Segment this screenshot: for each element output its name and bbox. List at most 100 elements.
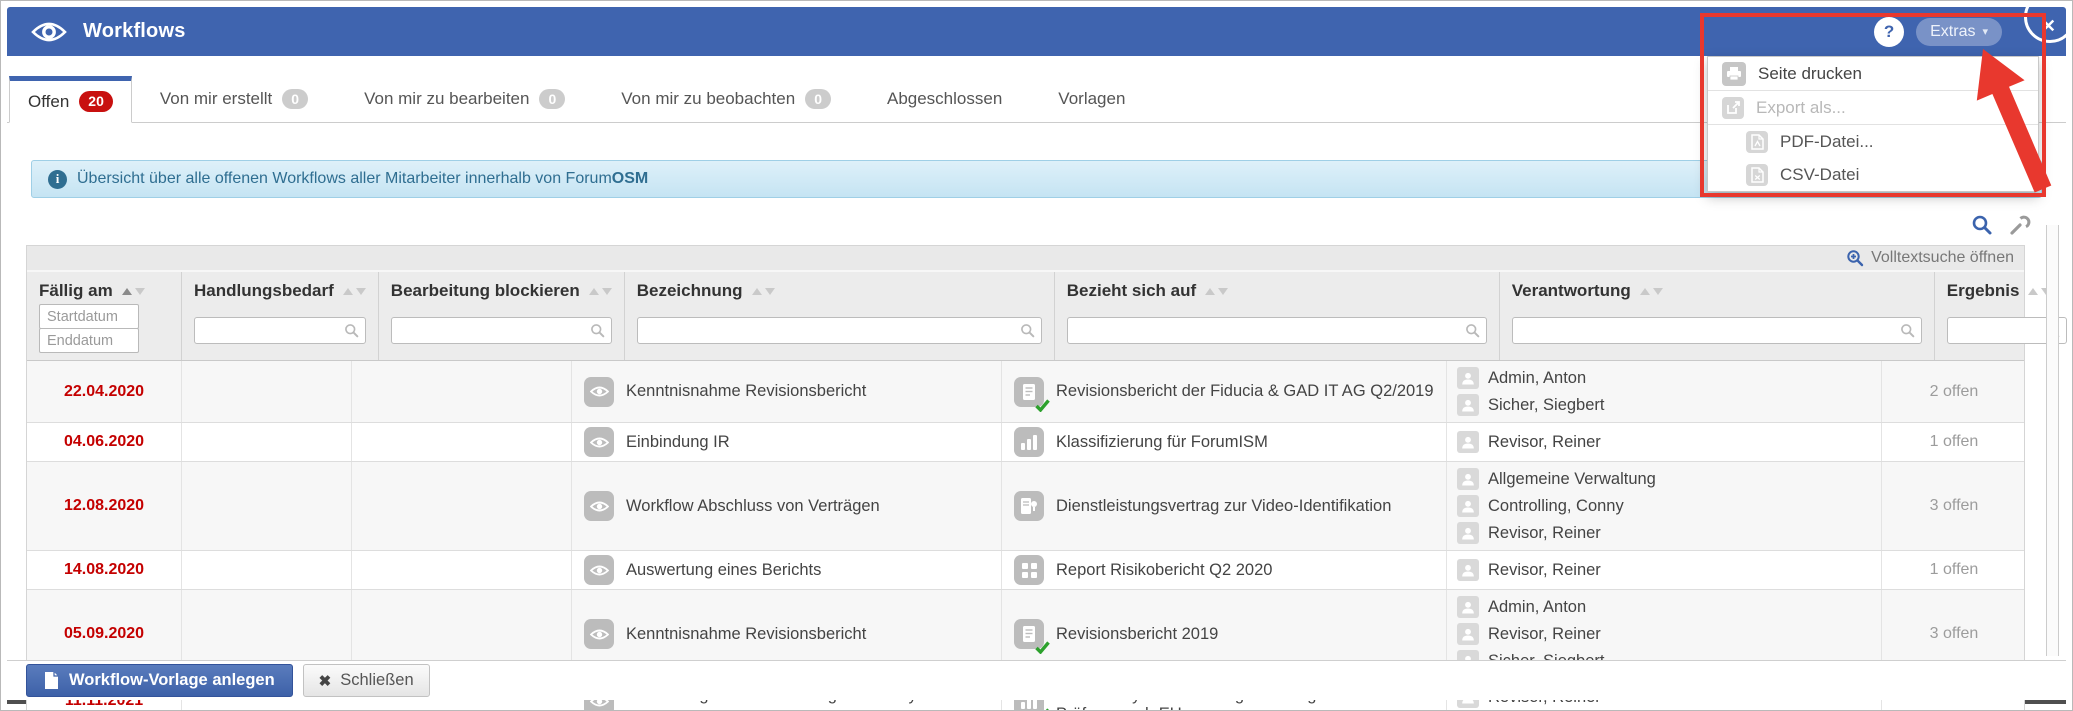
column-sort-control[interactable]: Bearbeitung blockieren (391, 281, 612, 301)
blockieren-cell (352, 551, 572, 589)
handlungsbedarf-cell (182, 551, 352, 589)
person-icon (1457, 522, 1479, 544)
extras-button[interactable]: Extras ▾ (1916, 17, 2002, 46)
tab-vorlagen[interactable]: Vorlagen (1030, 76, 1153, 122)
tab-von-mir-zu-bearbeiten[interactable]: Von mir zu bearbeiten 0 (336, 76, 593, 122)
csv-file-icon (1746, 163, 1768, 186)
extras-menu: Seite drucken Export als... PDF-Datei...… (1707, 56, 2039, 192)
vertical-scrollbar[interactable] (2046, 225, 2059, 656)
menu-item-pdf-datei[interactable]: PDF-Datei... (1708, 125, 2038, 158)
column-verantwortung: Verantwortung (1500, 272, 1935, 360)
tab-label: Von mir zu bearbeiten (364, 89, 530, 108)
column-sort-control[interactable]: Handlungsbedarf (194, 281, 366, 301)
sort-icons (588, 287, 612, 295)
workflow-name: Workflow Abschluss von Verträgen (626, 496, 880, 515)
column-sort-control[interactable]: Fällig am (39, 281, 169, 301)
bezieht-sich-auf-filter-input[interactable] (1066, 317, 1487, 344)
tab-label: Von mir zu beobachten (621, 89, 796, 108)
sort-icons (1205, 287, 1229, 295)
responsible-person: Revisor, Reiner (1457, 431, 1601, 453)
person-icon (1457, 367, 1479, 389)
column-sort-control[interactable]: Verantwortung (1512, 281, 1922, 301)
document-check-icon (1014, 619, 1050, 654)
table-row[interactable]: 22.04.2020 Kenntnisnahme Revisionsberich… (27, 361, 2024, 423)
column-label: Fällig am (39, 281, 113, 300)
menu-item-csv-datei[interactable]: CSV-Datei (1708, 158, 2038, 191)
wrench-icon[interactable] (2009, 214, 2031, 236)
reference-cell: Dienstleistungsvertrag zur Video-Identif… (1002, 462, 1447, 550)
due-date: 12.08.2020 (27, 462, 182, 550)
result-cell: 2 offen (1929, 382, 1979, 400)
help-button[interactable]: ? (1874, 16, 1905, 47)
person-icon (1457, 559, 1479, 581)
contract-icon (1014, 491, 1044, 521)
document-check-icon (1014, 376, 1050, 412)
responsible-cell: Admin, Anton Sicher, Siegbert (1447, 361, 1882, 422)
workflows-table: Volltextsuche öffnen Fällig am Handlungs (26, 245, 2067, 710)
table-toolbar (7, 212, 2031, 238)
tab-offen[interactable]: Offen 20 (9, 76, 132, 123)
tab-abgeschlossen[interactable]: Abgeschlossen (859, 76, 1030, 122)
reference-cell: Revisionsbericht der Fiducia & GAD IT AG… (1002, 361, 1447, 422)
document-icon (45, 672, 58, 689)
responsible-person: Revisor, Reiner (1457, 559, 1601, 581)
column-bezieht-sich-auf: Bezieht sich auf (1055, 272, 1500, 360)
reference-name: Revisionsbericht 2019 (1056, 624, 1219, 643)
menu-item-label: CSV-Datei (1780, 164, 1860, 184)
table-row[interactable]: 12.08.2020 Workflow Abschluss von Verträ… (27, 462, 2024, 551)
search-icon (344, 324, 359, 338)
person-icon (1457, 468, 1479, 490)
tab-label: Abgeschlossen (886, 89, 1003, 108)
tab-count-badge: 0 (282, 88, 309, 110)
bezeichnung-filter-input[interactable] (636, 317, 1042, 344)
column-bezeichnung: Bezeichnung (625, 272, 1055, 360)
tab-label: Vorlagen (1058, 89, 1126, 108)
close-icon: ✖ (318, 672, 332, 690)
search-icon[interactable] (1971, 214, 1993, 236)
menu-item-seite-drucken[interactable]: Seite drucken (1708, 57, 2038, 91)
table-row[interactable]: 04.06.2020 Einbindung IR Klassifizierung… (27, 423, 2024, 462)
result-cell: 3 offen (1929, 497, 1979, 514)
workflow-name-cell: Workflow Abschluss von Verträgen (572, 462, 1002, 550)
tab-von-mir-erstellt[interactable]: Von mir erstellt 0 (132, 76, 336, 122)
enddatum-filter-input[interactable] (39, 328, 139, 353)
close-dialog-button[interactable]: ✖ Schließen (302, 664, 430, 697)
close-icon[interactable]: ✕ (2041, 16, 2056, 37)
search-icon (1465, 324, 1480, 338)
startdatum-filter-input[interactable] (39, 304, 139, 329)
table-row[interactable]: 14.08.2020 Auswertung eines Berichts Rep… (27, 551, 2024, 590)
person-icon (1457, 394, 1479, 416)
workflow-name: Kenntnisnahme Revisionsbericht (626, 624, 867, 643)
pdf-file-icon (1746, 130, 1768, 153)
verantwortung-filter-input[interactable] (1511, 317, 1922, 344)
extras-label: Extras (1930, 22, 1976, 40)
chevron-down-icon: ▾ (1982, 26, 1988, 38)
workflow-name: Auswertung eines Berichts (626, 560, 822, 579)
handlungsbedarf-filter-input[interactable] (194, 317, 366, 344)
responsible-cell: Revisor, Reiner (1447, 423, 1882, 461)
printer-icon (1722, 61, 1746, 86)
result-cell: 1 offen (1929, 433, 1979, 450)
due-date: 22.04.2020 (27, 361, 182, 422)
menu-item-export-als: Export als... (1708, 91, 2038, 125)
tab-count-badge: 20 (79, 91, 113, 112)
blockieren-cell (352, 462, 572, 550)
result-cell: 1 offen (1929, 561, 1979, 578)
tab-label: Offen (28, 91, 70, 111)
responsible-person: Admin, Anton (1457, 596, 1586, 618)
reference-name: Report Risikobericht Q2 2020 (1056, 560, 1273, 579)
tab-von-mir-zu-beobachten[interactable]: Von mir zu beobachten 0 (593, 76, 859, 122)
info-text: Übersicht über alle offenen Workflows al… (77, 170, 649, 187)
column-label: Bearbeitung blockieren (390, 281, 580, 300)
fulltext-search-toggle[interactable]: Volltextsuche öffnen (27, 246, 2024, 272)
tab-count-badge: 0 (805, 88, 831, 110)
workflow-eye-icon (584, 427, 614, 457)
sort-icons (342, 287, 366, 295)
reference-name: Klassifizierung für ForumISM (1056, 432, 1268, 451)
create-workflow-template-label: Workflow-Vorlage anlegen (69, 671, 275, 689)
bearbeitung-blockieren-filter-input[interactable] (390, 317, 612, 344)
column-sort-control[interactable]: Bezeichnung (637, 281, 1042, 301)
create-workflow-template-button[interactable]: Workflow-Vorlage anlegen (26, 664, 293, 697)
column-sort-control[interactable]: Bezieht sich auf (1067, 281, 1487, 301)
blockieren-cell (352, 361, 572, 422)
